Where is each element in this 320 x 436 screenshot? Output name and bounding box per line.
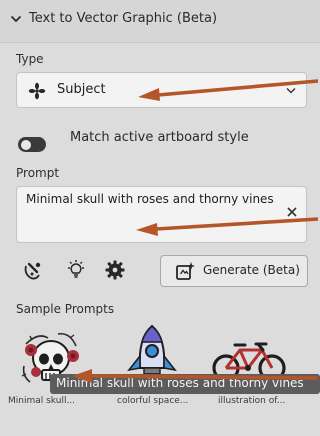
lightbulb-icon[interactable] (64, 258, 88, 282)
clear-icon[interactable] (287, 207, 297, 217)
panel-title: Text to Vector Graphic (Beta) (29, 11, 218, 26)
style-picker-icon[interactable] (22, 260, 44, 282)
sample-caption[interactable]: Minimal skull... (8, 396, 75, 406)
sample-caption[interactable]: illustration of... (218, 396, 285, 406)
settings-icon[interactable] (104, 259, 126, 281)
chevron-down-icon (286, 87, 296, 94)
sample-tooltip: Minimal skull with roses and thorny vine… (50, 374, 320, 394)
prompt-text[interactable]: Minimal skull with roses and thorny vine… (26, 191, 276, 207)
toggle-knob (21, 139, 31, 150)
prompt-label: Prompt (16, 166, 60, 180)
sample-caption[interactable]: colorful space... (117, 396, 188, 406)
generate-icon (176, 262, 195, 280)
subject-icon (28, 82, 46, 100)
tooltip-text: Minimal skull with roses and thorny vine… (56, 376, 304, 390)
sample-prompts-label: Sample Prompts (16, 302, 115, 316)
text-to-vector-panel: Text to Vector Graphic (Beta) Type Subje… (0, 0, 320, 436)
match-artboard-label: Match active artboard style (70, 130, 249, 145)
generate-button-label: Generate (Beta) (203, 263, 300, 277)
prompt-input[interactable]: Minimal skull with roses and thorny vine… (16, 186, 307, 243)
panel-header[interactable]: Text to Vector Graphic (Beta) (0, 0, 320, 43)
type-selected-value: Subject (57, 82, 106, 97)
chevron-down-icon[interactable] (10, 14, 22, 24)
match-artboard-toggle[interactable] (18, 137, 46, 152)
generate-button[interactable]: Generate (Beta) (160, 255, 308, 287)
type-dropdown[interactable]: Subject (16, 72, 307, 108)
type-label: Type (16, 52, 44, 66)
